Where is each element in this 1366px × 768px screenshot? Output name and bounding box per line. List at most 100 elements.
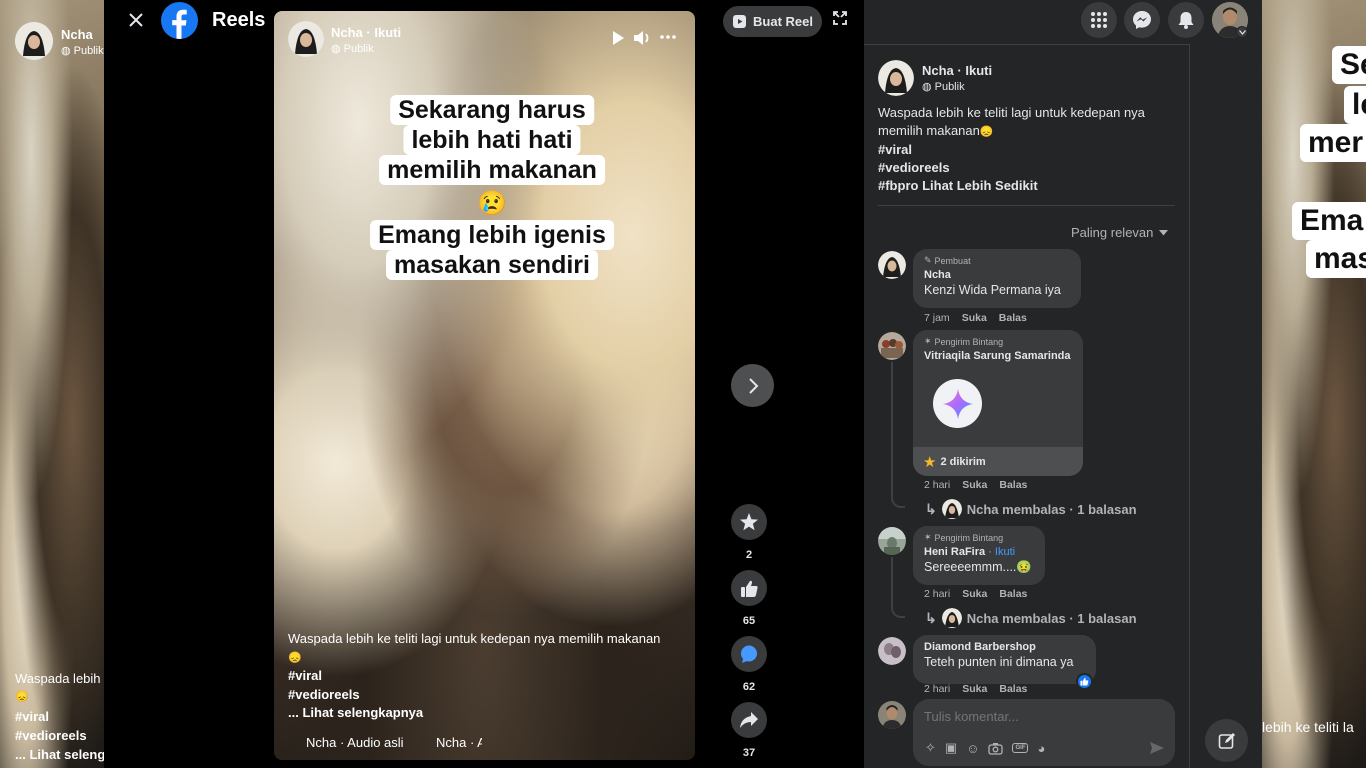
avatar[interactable] xyxy=(878,701,906,729)
view-replies-link[interactable]: ↳ Ncha membalas · 1 balasan xyxy=(925,608,1137,628)
next-reel-preview: Se le mer Ema mas lebih ke teliti la xyxy=(1262,0,1366,768)
like-comment-button[interactable]: Suka xyxy=(962,479,987,491)
overlay-text-1: Sekarang harus xyxy=(390,95,594,125)
comment-text: Kenzi Wida Permana iya xyxy=(924,283,1061,297)
next-reel-button[interactable] xyxy=(731,364,774,407)
divider xyxy=(878,205,1175,206)
reply-button[interactable]: Balas xyxy=(999,312,1027,324)
like-comment-button[interactable]: Suka xyxy=(962,683,987,693)
like-reaction-icon xyxy=(1076,673,1093,690)
account-chevron[interactable] xyxy=(1236,26,1248,38)
video-author[interactable]: Ncha · Ikuti xyxy=(331,25,401,40)
star-sender-badge: ✶ Pengirim Bintang xyxy=(924,532,1004,543)
facebook-logo[interactable] xyxy=(161,2,198,39)
comment-text: Sereeeemmm....🤢 xyxy=(924,560,1032,574)
hashtag-link[interactable]: #vedioreels xyxy=(288,686,688,705)
next-overlay-5: mas xyxy=(1306,240,1366,278)
play-button[interactable] xyxy=(611,30,625,46)
comment-author[interactable]: Ncha xyxy=(924,269,1070,281)
stars-action[interactable]: 2 xyxy=(731,504,767,561)
comment-icon xyxy=(741,645,757,663)
comment-author[interactable]: Heni RaFira · Ikuti xyxy=(924,546,1034,558)
overlay-text-4: Emang lebih igenis xyxy=(370,220,614,250)
gif-icon[interactable]: GIF xyxy=(1012,743,1029,753)
video-caption: Waspada lebih ke teliti lagi untuk kedep… xyxy=(288,630,688,723)
avatar[interactable] xyxy=(878,60,914,96)
edit-button[interactable] xyxy=(1205,719,1248,762)
likes-count: 65 xyxy=(742,615,756,627)
post-text: Waspada lebih ke teliti lagi untuk kedep… xyxy=(878,104,1168,195)
sparkle-star-icon xyxy=(942,388,973,419)
overlay-text-5: masakan sendiri xyxy=(386,250,598,280)
comment-author[interactable]: Vitriaqila Sarung Samarinda xyxy=(924,350,1072,362)
bell-icon xyxy=(1178,12,1194,29)
caret-down-icon xyxy=(1159,229,1169,235)
comment-input-box[interactable]: ✧ ▣ ☺ GIF ◕ xyxy=(913,699,1175,766)
comment-meta: 7 jam Suka Balas xyxy=(924,312,1027,324)
shares-count: 37 xyxy=(742,747,756,759)
view-replies-link[interactable]: ↳ Ncha membalas · 1 balasan xyxy=(925,499,1137,519)
pen-icon: ✎ xyxy=(924,255,932,265)
like-action[interactable]: 65 xyxy=(731,570,767,627)
stars-button[interactable] xyxy=(731,504,767,540)
fullscreen-button[interactable] xyxy=(832,10,848,26)
volume-icon xyxy=(634,31,649,45)
more-options-button[interactable] xyxy=(660,35,676,39)
reply-button[interactable]: Balas xyxy=(999,683,1027,693)
hashtag-link[interactable]: #vedioreels xyxy=(878,159,1168,177)
stars-count: 2 xyxy=(745,549,753,561)
next-overlay-4: Ema xyxy=(1292,202,1366,240)
menu-button[interactable] xyxy=(1081,2,1117,38)
hashtag-link[interactable]: #fbpro xyxy=(878,178,918,193)
avatar[interactable] xyxy=(288,21,324,57)
close-button[interactable] xyxy=(123,7,149,33)
see-less-link[interactable]: Lihat Lebih Sedikit xyxy=(922,178,1038,193)
avatar xyxy=(15,22,53,60)
follow-link[interactable]: Ikuti xyxy=(965,63,992,78)
avatar[interactable] xyxy=(878,527,906,555)
follow-link[interactable]: Ikuti xyxy=(374,25,401,40)
avatar[interactable] xyxy=(878,251,906,279)
globe-icon: ◍ xyxy=(922,81,932,93)
post-author[interactable]: Ncha · Ikuti xyxy=(922,63,992,78)
panel-scrollbar-track[interactable] xyxy=(1189,44,1190,768)
emoji-icon[interactable]: ☺ xyxy=(966,741,979,756)
stars-sticker xyxy=(933,379,982,428)
comments-count: 62 xyxy=(742,681,756,693)
see-more-link[interactable]: ... Lihat selengkapnya xyxy=(288,704,688,723)
comment-action[interactable]: 62 xyxy=(731,636,767,693)
comment-input[interactable] xyxy=(924,707,1154,725)
prev-caption: Waspada lebih 😞 #viral #vedioreels ... L… xyxy=(15,671,104,762)
messenger-icon xyxy=(1133,11,1151,29)
comment-button[interactable] xyxy=(731,636,767,672)
create-reel-button[interactable]: Buat Reel xyxy=(723,6,822,37)
messenger-button[interactable] xyxy=(1124,2,1160,38)
comment-3: ✶ Pengirim Bintang Heni RaFira · Ikuti Se… xyxy=(913,526,1045,585)
hashtag-link[interactable]: #viral xyxy=(878,141,1168,159)
notifications-button[interactable] xyxy=(1168,2,1204,38)
globe-icon: ◍ xyxy=(331,43,341,55)
like-button[interactable] xyxy=(731,570,767,606)
hashtag-link[interactable]: #viral xyxy=(288,667,688,686)
reply-button[interactable]: Balas xyxy=(999,479,1027,491)
share-button[interactable] xyxy=(731,702,767,738)
avatar[interactable] xyxy=(878,637,906,665)
follow-link[interactable]: Ikuti xyxy=(995,546,1015,558)
like-comment-button[interactable]: Suka xyxy=(962,312,987,324)
camera-icon[interactable] xyxy=(988,742,1004,755)
like-comment-button[interactable]: Suka xyxy=(962,588,987,600)
thumbs-up-icon xyxy=(740,580,758,597)
divider xyxy=(864,44,1190,45)
send-button[interactable] xyxy=(1149,741,1165,755)
comment-author[interactable]: Diamond Barbershop xyxy=(924,641,1085,653)
sticker-star-icon[interactable]: ✧ xyxy=(925,740,936,756)
share-action[interactable]: 37 xyxy=(731,702,767,759)
reel-video[interactable]: Ncha · Ikuti ◍ Publik Sekarang harus lebi… xyxy=(274,11,695,760)
sticker-icon[interactable]: ◕ xyxy=(1037,741,1045,756)
sort-dropdown[interactable]: Paling relevan xyxy=(1071,225,1169,240)
volume-button[interactable] xyxy=(632,29,652,47)
reply-button[interactable]: Balas xyxy=(999,588,1027,600)
reply-arrow-icon: ↳ xyxy=(925,500,937,517)
avatar-sticker-icon[interactable]: ▣ xyxy=(945,740,957,756)
avatar[interactable] xyxy=(878,332,906,360)
